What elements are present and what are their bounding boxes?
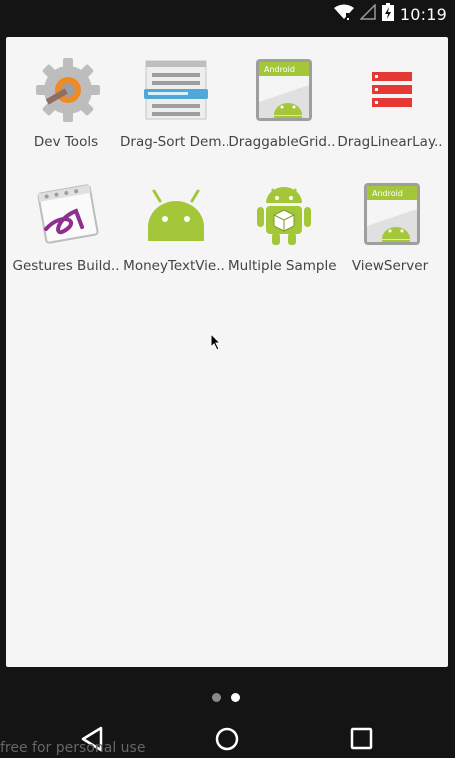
- app-multiple-sample[interactable]: Multiple Sample: [228, 161, 336, 274]
- svg-text:Android: Android: [372, 189, 403, 198]
- android-robot-box-icon: [252, 181, 316, 247]
- app-label: Multiple Sample: [228, 258, 336, 274]
- app-label: DraggableGrid..: [228, 134, 336, 150]
- app-drawer: Dev Tools Drag-Sort Dem.. Android Dragga…: [6, 37, 448, 667]
- android-default-icon: Android: [252, 57, 316, 123]
- app-dev-tools[interactable]: Dev Tools: [12, 37, 120, 150]
- app-draggable-grid[interactable]: Android DraggableGrid..: [228, 37, 336, 150]
- page-indicator: [212, 693, 240, 702]
- page-dot-2[interactable]: [231, 693, 240, 702]
- android-head-icon: [144, 181, 208, 247]
- app-money-text-view[interactable]: MoneyTextVie..: [120, 161, 228, 274]
- mouse-cursor-icon: [210, 332, 222, 355]
- app-label: ViewServer: [351, 258, 429, 274]
- list-drag-icon: [144, 57, 208, 123]
- app-gestures-builder[interactable]: Gestures Build..: [12, 161, 120, 274]
- app-label: Gestures Build..: [12, 258, 120, 274]
- home-icon[interactable]: [212, 724, 242, 754]
- app-label: Dev Tools: [33, 134, 99, 150]
- app-view-server[interactable]: Android ViewServer: [336, 161, 444, 274]
- red-layers-icon: [360, 57, 424, 123]
- battery-charging-icon: [381, 3, 394, 25]
- gestures-icon: [36, 181, 100, 247]
- gear-tools-icon: [36, 57, 100, 123]
- wifi-icon: [333, 4, 354, 24]
- app-drag-sort-demo[interactable]: Drag-Sort Dem..: [120, 37, 228, 150]
- page-dot-1[interactable]: [212, 693, 221, 702]
- app-label: Drag-Sort Dem..: [120, 134, 228, 150]
- app-drag-linear-layout[interactable]: DragLinearLay..: [336, 37, 444, 150]
- android-default-icon: Android: [360, 181, 424, 247]
- clock: 10:19: [399, 4, 447, 24]
- app-label: MoneyTextVie..: [123, 258, 225, 274]
- signal-icon: [359, 3, 376, 24]
- app-label: DragLinearLay..: [337, 134, 443, 150]
- status-bar: 10:19: [0, 0, 455, 28]
- svg-text:Android: Android: [264, 65, 295, 74]
- recents-icon[interactable]: [347, 724, 377, 754]
